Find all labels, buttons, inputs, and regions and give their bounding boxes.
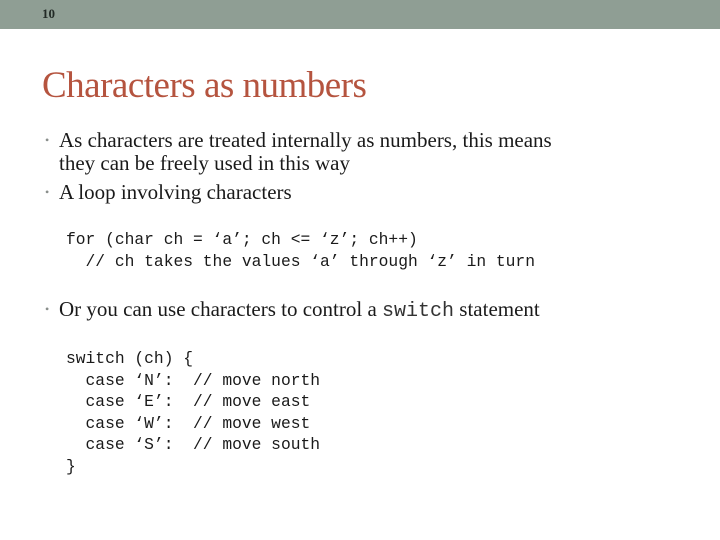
code-line: for (char ch = ‘a’; ch <= ‘z’; ch++) [66, 230, 418, 249]
code-line: case ‘E’: // move east [66, 392, 311, 411]
switch-code-block: switch (ch) { case ‘N’: // move north ca… [66, 348, 320, 477]
code-line: } [66, 456, 76, 476]
bullet-icon: • [45, 185, 50, 199]
loop-code-block: for (char ch = ‘a’; ch <= ‘z’; ch++) // … [66, 229, 535, 272]
code-line: case ‘N’: // move north [66, 370, 321, 390]
code-line: switch (ch) { [66, 349, 194, 368]
bullet-icon: • [45, 133, 50, 147]
slide-number: 10 [42, 6, 55, 21]
code-line: // ch takes the values ‘a’ through ‘z’ i… [66, 251, 535, 271]
bullet-text-before: Or you can use characters to control a [59, 297, 383, 321]
bullet-item: • Or you can use characters to control a… [45, 297, 540, 324]
bullet-text-continued: they can be freely used in this way [59, 151, 350, 175]
bullet-item: • A loop involving characters [45, 181, 292, 204]
bullet-text: A loop involving characters [59, 180, 292, 204]
bullet-item: • As characters are treated internally a… [45, 129, 552, 175]
header-bar: 10 [0, 0, 720, 29]
inline-code: switch [382, 300, 455, 323]
bullet-text-after: statement [454, 297, 540, 321]
code-line: case ‘W’: // move west [66, 413, 311, 433]
bullet-text: As characters are treated internally as … [59, 128, 552, 152]
slide-title: Characters as numbers [42, 65, 367, 106]
bullet-text: Or you can use characters to control a s… [59, 297, 540, 324]
code-line: case ‘S’: // move south [66, 435, 321, 454]
bullet-icon: • [45, 302, 50, 316]
